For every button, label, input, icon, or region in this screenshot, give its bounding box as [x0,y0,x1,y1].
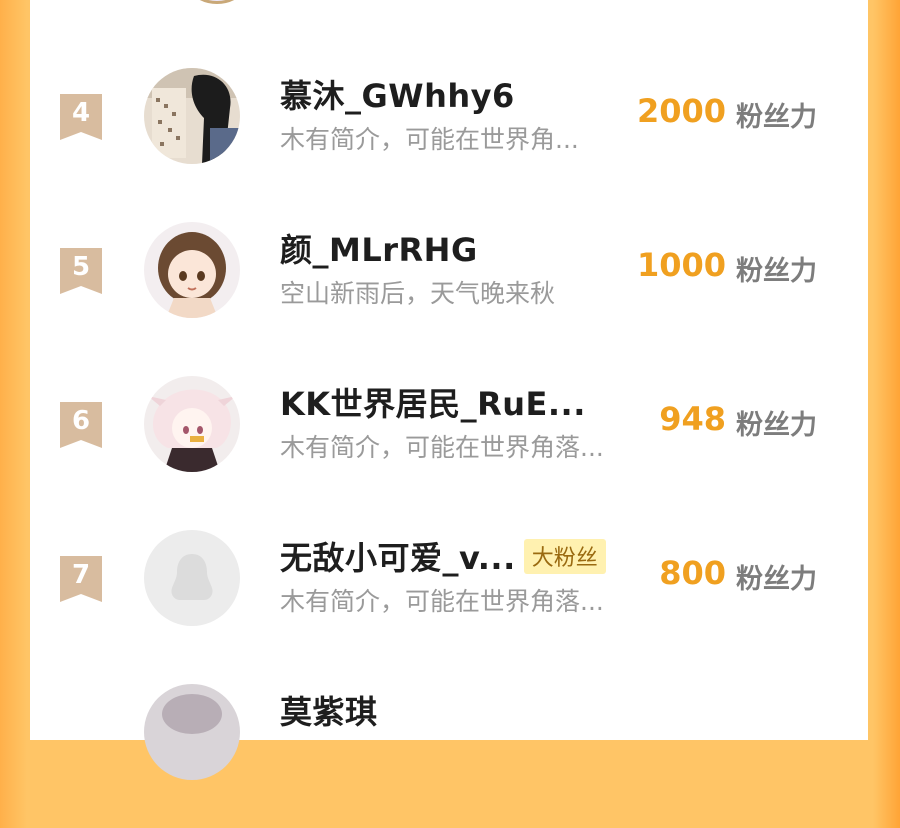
anime-character-avatar-icon[interactable] [144,376,240,472]
fan-power-score: 948 [659,400,726,438]
previous-avatar[interactable] [179,0,255,4]
fan-power-label: 粉丝力 [736,564,817,595]
rank-number: 7 [71,560,91,590]
anime-girl-avatar-icon[interactable] [144,222,240,318]
fan-power-score: 2000 [636,92,726,130]
user-bio: 木有简介，可能在世界角落... [280,587,604,616]
user-name[interactable]: 颜_MLrRHG [280,225,478,271]
big-fan-badge: 大粉丝 [523,538,606,574]
fan-power-score: 800 [659,554,726,592]
user-name[interactable]: 无敌小可爱_v... [280,533,516,579]
photo-avatar-icon[interactable] [144,684,240,780]
fan-ranking-card: 4 慕沐_GWhhy6 木有简介，可能在世界角... 2000 粉丝力 5 颜_… [30,0,868,780]
ranking-row[interactable]: 5 颜_MLrRHG 空山新雨后，天气晚来秋 1000 粉丝力 [30,216,868,366]
rank-ribbon-icon: 6 [60,402,102,448]
user-bio: 木有简介，可能在世界角... [280,125,579,154]
rank-ribbon-icon: 5 [60,248,102,294]
user-name[interactable]: 莫紫琪 [280,687,378,733]
ranking-row[interactable]: 6 KK世界居民_RuE... 木有简介，可能在世界角落... 948 粉丝力 [30,370,868,520]
fan-power-label: 粉丝力 [736,102,817,133]
user-name[interactable]: 慕沐_GWhhy6 [280,71,515,117]
fan-power-label: 粉丝力 [736,256,817,287]
rank-ribbon-icon: 7 [60,556,102,602]
rank-number: 5 [71,252,91,282]
default-penguin-avatar-icon[interactable] [144,530,240,626]
user-bio: 空山新雨后，天气晚来秋 [280,279,556,308]
ranking-row[interactable]: 4 慕沐_GWhhy6 木有简介，可能在世界角... 2000 粉丝力 [30,62,868,212]
rank-number: 4 [71,98,91,128]
ranking-row[interactable]: 莫紫琪 [30,678,868,828]
rank-ribbon-icon: 4 [60,94,102,140]
fan-power-score: 1000 [636,246,726,284]
user-name[interactable]: KK世界居民_RuE... [280,379,586,425]
ranking-row[interactable]: 7 无敌小可爱_v... 大粉丝 木有简介，可能在世界角落... 800 粉丝力 [30,524,868,674]
fan-power-label: 粉丝力 [736,410,817,441]
photo-avatar-icon[interactable] [144,68,240,164]
user-bio: 木有简介，可能在世界角落... [280,433,604,462]
rank-number: 6 [71,406,91,436]
